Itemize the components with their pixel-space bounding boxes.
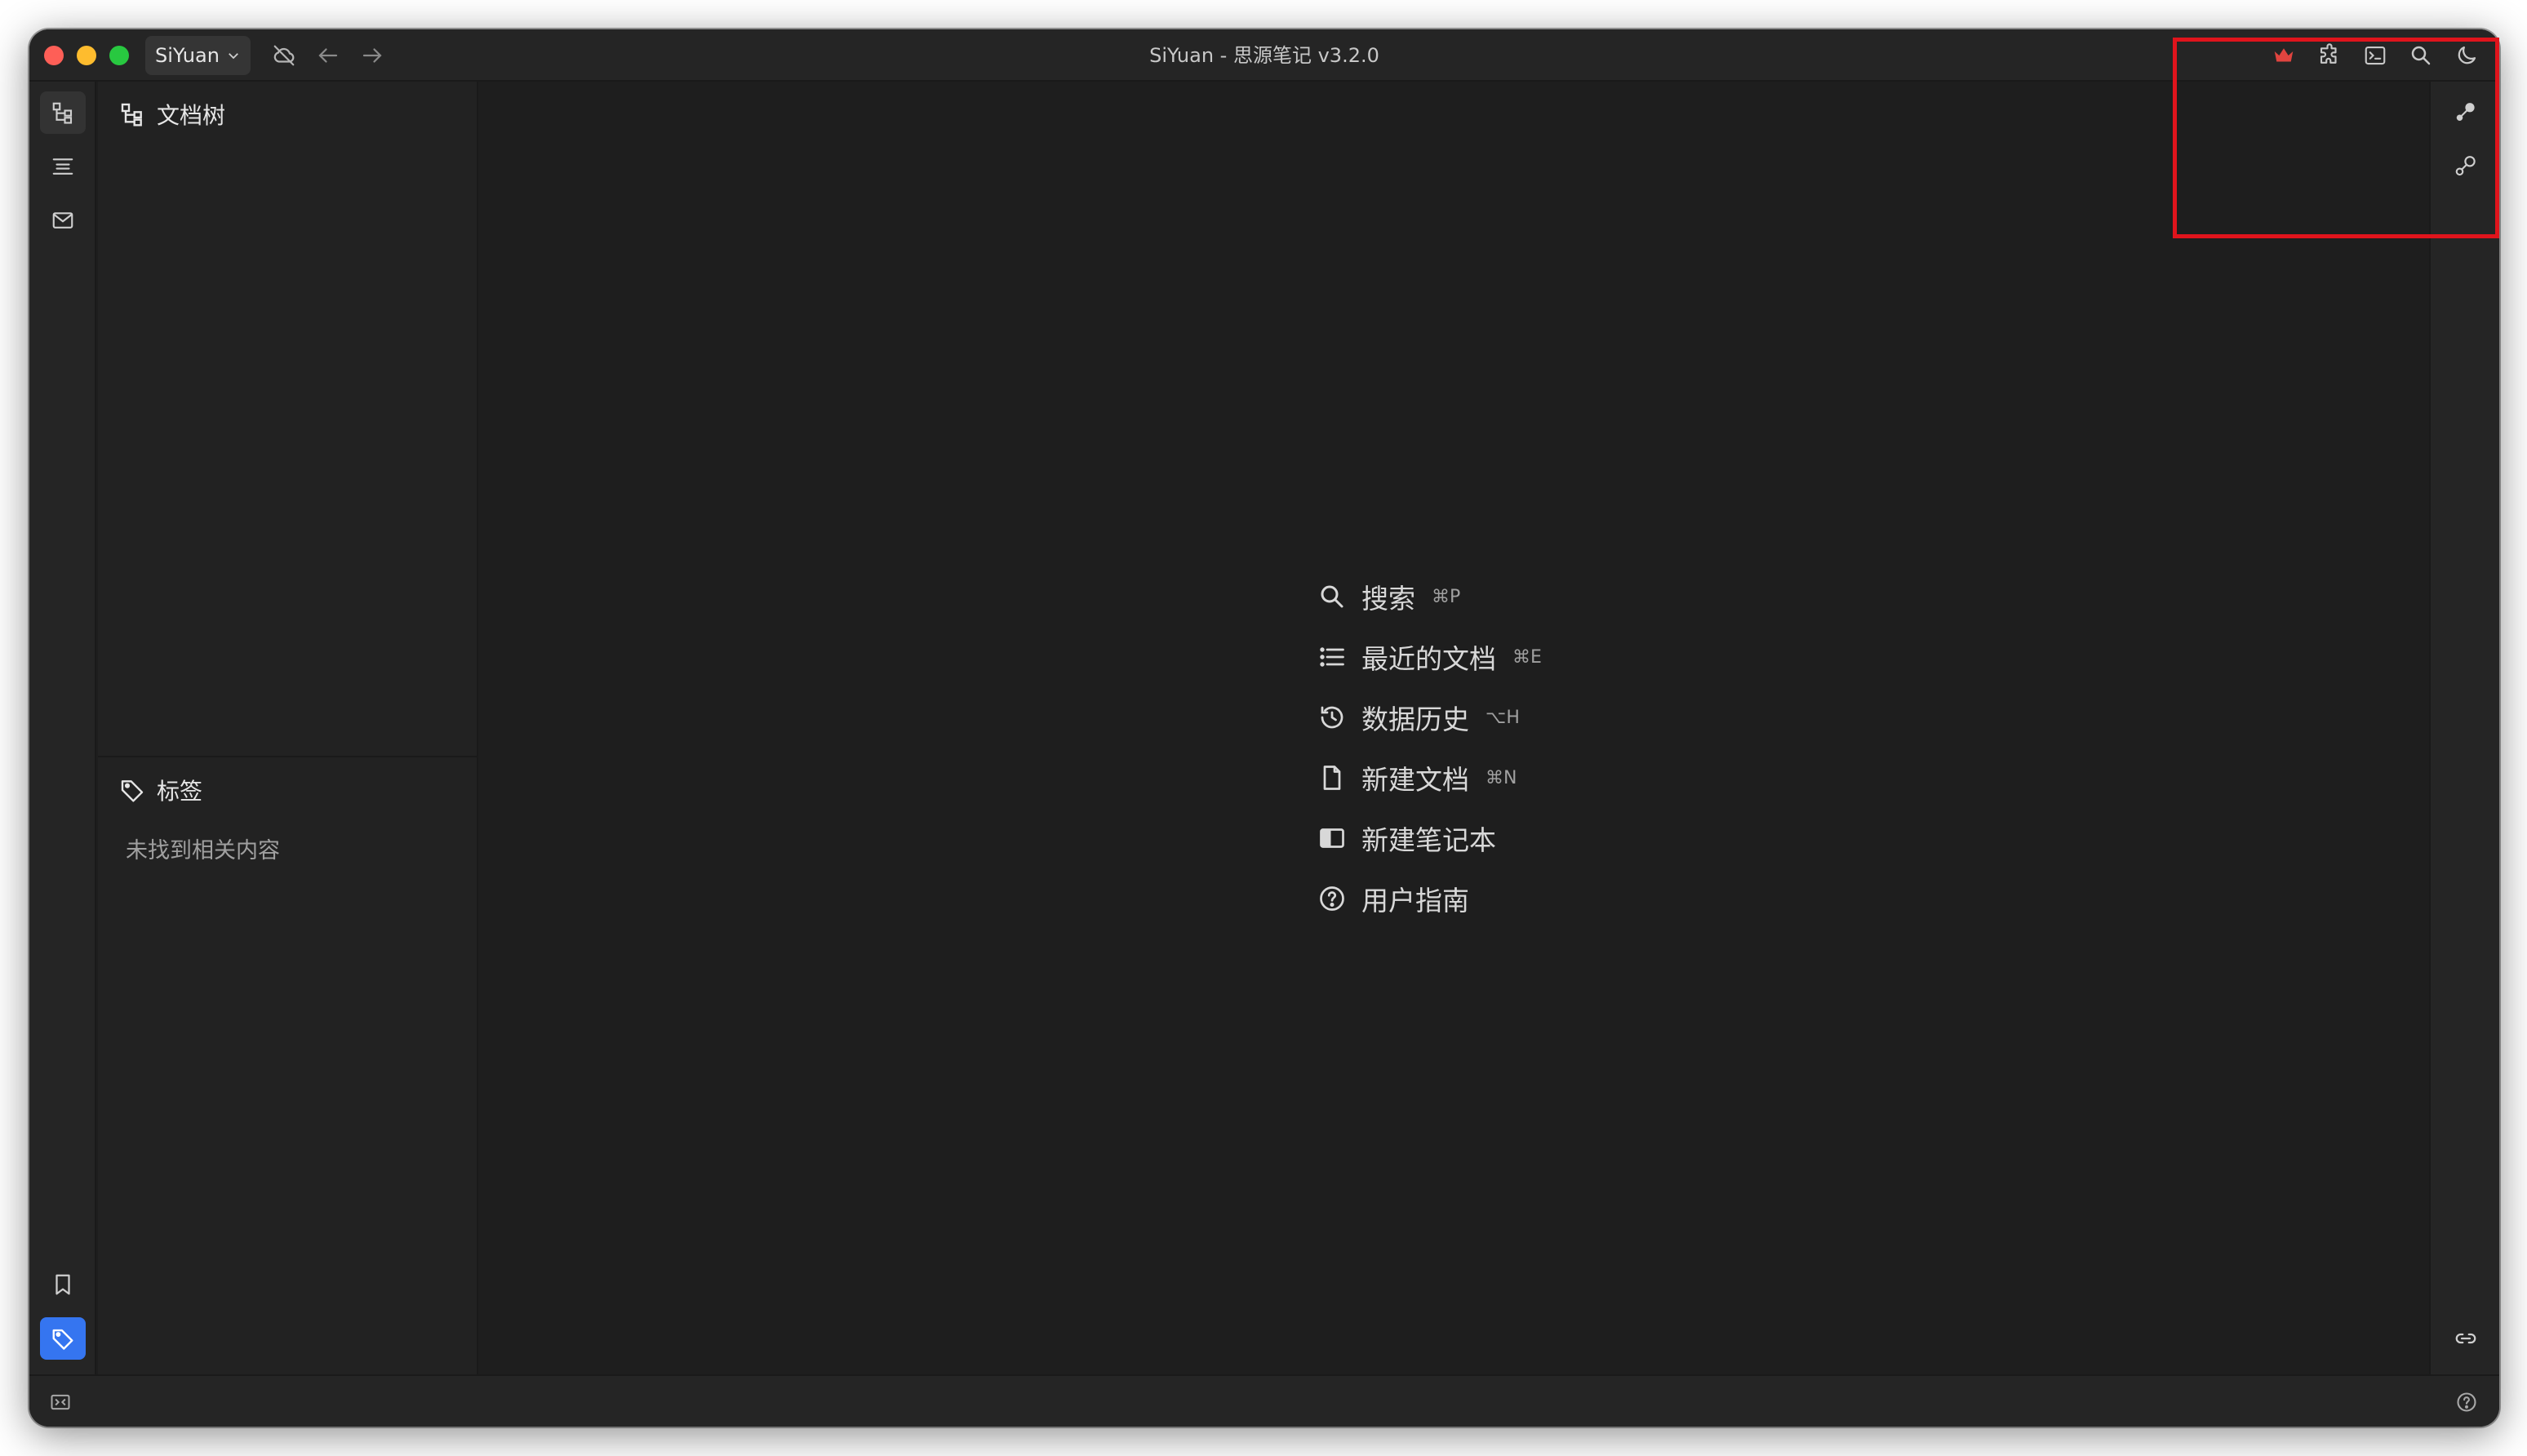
file-tree-dock-button[interactable]: [40, 91, 86, 134]
moon-icon[interactable]: [2449, 38, 2485, 73]
backlink-icon: [2455, 1333, 2476, 1344]
back-arrow-icon[interactable]: [310, 38, 346, 73]
menu-item-label: 搜索: [1361, 583, 1415, 615]
minimize-window-button[interactable]: [77, 46, 96, 65]
file-icon: [1323, 766, 1341, 790]
cloud-off-icon[interactable]: [266, 38, 302, 73]
file-tree-title: 文档树: [157, 102, 226, 129]
list-icon: [1320, 647, 1344, 667]
forward-arrow-icon[interactable]: [354, 38, 390, 73]
help-icon[interactable]: [2449, 1386, 2485, 1418]
menu-item-shortcut: ⌘P: [1432, 586, 1461, 607]
chevron-down-icon: [229, 53, 238, 60]
graph-icon: [2456, 103, 2475, 121]
app-window: SiYuan SiYuan - 思源笔记 v3.2.0 文档树 标签 未找到相关…: [29, 29, 2499, 1427]
tags-title: 标签: [157, 778, 203, 805]
menu-item-new-doc[interactable]: 新建文档 ⌘N: [1317, 748, 1807, 808]
outline-icon: [52, 158, 73, 175]
close-window-button[interactable]: [44, 46, 64, 65]
window-title: SiYuan - 思源笔记 v3.2.0: [1149, 44, 1379, 67]
menu-item-data-history[interactable]: 数据历史 ⌥H: [1317, 687, 1807, 748]
plugin-icon[interactable]: [2312, 38, 2347, 73]
editor-area: 搜索 ⌘P 最近的文档 ⌘E 数据历史 ⌥H 新建文档 ⌘N 新建笔记本 用户指…: [480, 82, 2427, 1374]
menu-item-label: 新建笔记本: [1361, 824, 1496, 856]
menu-item-shortcut: ⌥H: [1486, 707, 1520, 728]
inbox-dock-button[interactable]: [40, 199, 86, 242]
file-tree-icon: [121, 103, 142, 127]
dock-toggle-icon[interactable]: [42, 1386, 78, 1418]
notebook-icon: [1320, 828, 1344, 848]
side-panel: 文档树 标签 未找到相关内容: [98, 82, 478, 1374]
menu-item-label: 用户指南: [1361, 885, 1469, 917]
global-graph-dock-button[interactable]: [2443, 145, 2489, 188]
tag-icon: [121, 780, 144, 802]
crown-icon[interactable]: [2266, 38, 2302, 73]
graph-dock-button[interactable]: [2443, 91, 2489, 134]
tags-header[interactable]: 标签: [119, 769, 202, 811]
inbox-icon: [52, 212, 73, 229]
left-dock: [29, 82, 96, 1374]
menu-item-recent-docs[interactable]: 最近的文档 ⌘E: [1317, 627, 1807, 687]
terminal-icon[interactable]: [2357, 38, 2393, 73]
menu-item-label: 新建文档: [1361, 764, 1469, 796]
outline-dock-button[interactable]: [40, 145, 86, 188]
tags-empty-message: 未找到相关内容: [126, 838, 280, 863]
bookmark-dock-button[interactable]: [40, 1263, 86, 1306]
empty-state-menu: 搜索 ⌘P 最近的文档 ⌘E 数据历史 ⌥H 新建文档 ⌘N 新建笔记本 用户指…: [1317, 566, 1807, 929]
workspace-switcher-button[interactable]: SiYuan: [145, 36, 251, 75]
tag-dock-button[interactable]: [40, 1317, 86, 1360]
search-icon: [1321, 585, 1343, 608]
panel-divider: [98, 756, 477, 757]
file-tree-header[interactable]: 文档树: [119, 93, 225, 135]
search-icon[interactable]: [2403, 38, 2439, 73]
menu-item-shortcut: ⌘N: [1486, 767, 1517, 788]
title-bar: SiYuan SiYuan - 思源笔记 v3.2.0: [29, 29, 2499, 82]
menu-item-new-notebook[interactable]: 新建笔记本: [1317, 808, 1807, 868]
global-graph-icon: [2455, 156, 2476, 176]
status-bar: [29, 1374, 2499, 1427]
history-icon: [1321, 706, 1343, 729]
backlink-dock-button[interactable]: [2443, 1317, 2489, 1360]
help-icon: [1320, 886, 1344, 911]
menu-item-shortcut: ⌘E: [1512, 646, 1542, 668]
right-dock: [2429, 82, 2499, 1374]
workspace-label: SiYuan: [155, 44, 220, 67]
maximize-window-button[interactable]: [109, 46, 129, 65]
menu-item-user-guide[interactable]: 用户指南: [1317, 868, 1807, 929]
menu-item-label: 数据历史: [1361, 704, 1469, 735]
file-tree-icon: [52, 102, 73, 124]
menu-item-label: 最近的文档: [1361, 643, 1496, 675]
tag-icon: [52, 1329, 73, 1350]
menu-item-search[interactable]: 搜索 ⌘P: [1317, 566, 1807, 627]
bookmark-icon: [56, 1274, 70, 1295]
